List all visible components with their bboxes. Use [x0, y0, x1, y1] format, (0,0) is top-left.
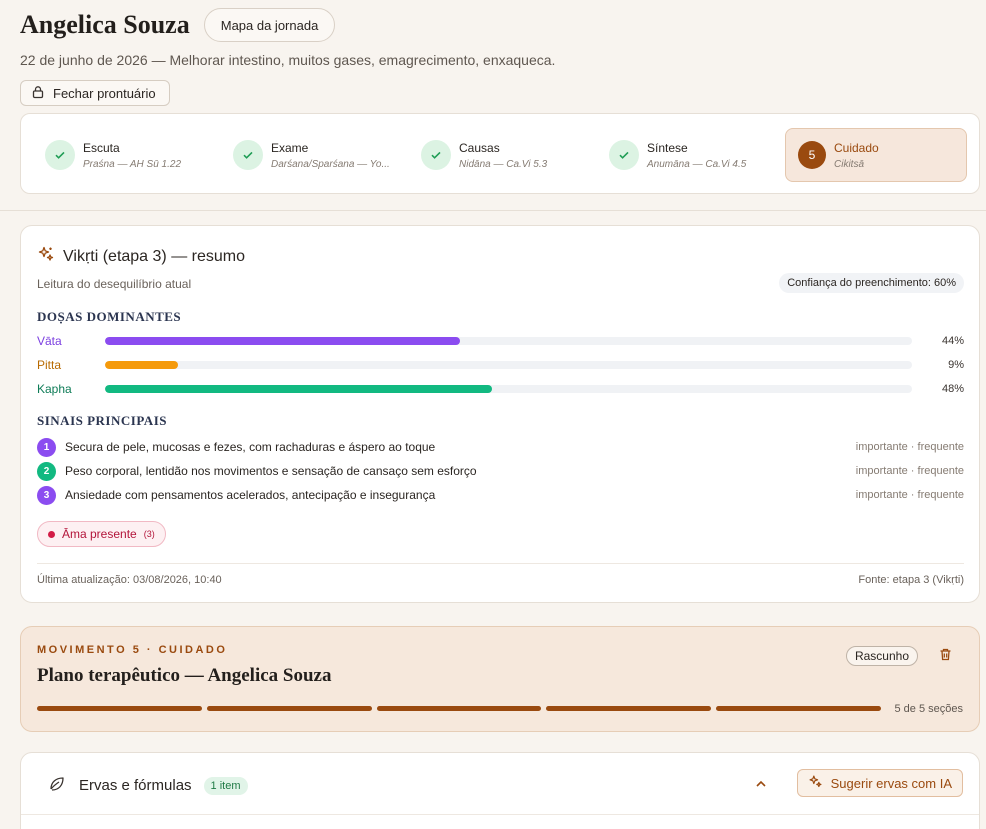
check-icon: [609, 140, 639, 170]
lock-icon: [31, 85, 45, 102]
dosha-track: [105, 385, 912, 393]
dosha-bar: [105, 337, 461, 345]
last-update: Última atualização: 03/08/2026, 10:40: [37, 574, 222, 586]
journey-map-button[interactable]: Mapa da jornada: [203, 8, 336, 42]
plan-eyebrow: MOVIMENTO 5 · CUIDADO: [37, 644, 228, 656]
dosha-percent: 48%: [941, 383, 964, 395]
plan-progress: [37, 706, 881, 712]
dosha-row-vata: Vāta 44%: [37, 333, 964, 349]
step-sintese[interactable]: Síntese Anumāna — Ca.Vi 4.5: [609, 128, 746, 182]
step-cuidado[interactable]: 5 Cuidado Cikitsā: [785, 128, 967, 182]
herbs-section: Ervas e fórmulas 1 item Sugerir ervas co…: [20, 752, 980, 829]
dosha-name: Kapha: [37, 382, 72, 396]
progress-segment: [206, 706, 372, 711]
sign-tag: importante · frequente: [855, 465, 964, 477]
sparkles-icon: [37, 245, 55, 268]
signs-heading: SINAIS PRINCIPAIS: [37, 413, 167, 428]
dosha-bar: [105, 385, 493, 393]
summary-title-text: Vikṛti (etapa 3) — resumo: [63, 247, 245, 265]
progress-segment: [37, 706, 202, 711]
plan-title: Plano terapêutico — Angelica Souza: [37, 665, 332, 686]
close-record-label: Fechar prontuário: [53, 85, 156, 101]
check-icon: [45, 140, 75, 170]
alert-dot-icon: [48, 530, 55, 538]
step-escuta[interactable]: Escuta Praśna — AH Sū 1.22: [45, 128, 181, 182]
suggest-herbs-label: Sugerir ervas com IA: [830, 775, 952, 791]
leaf-icon: [47, 773, 67, 798]
sign-text: Secura de pele, mucosas e fezes, com rac…: [65, 440, 436, 454]
summary-source: Fonte: etapa 3 (Vikṛti): [858, 574, 964, 586]
suggest-herbs-button[interactable]: Sugerir ervas com IA: [796, 769, 963, 797]
patient-header: Angelica Souza Mapa da jornada 22 de jun…: [20, 7, 966, 106]
step-sub: Darśana/Sparśana — Yo...: [271, 158, 390, 170]
step-label: Escuta: [83, 140, 120, 155]
confidence-badge: Confiança do preenchimento: 60%: [779, 273, 964, 293]
step-label: Causas: [459, 140, 500, 155]
trash-icon[interactable]: [938, 647, 953, 667]
sign-tag: importante · frequente: [855, 489, 964, 501]
summary-description: Leitura do desequilíbrio atual: [37, 277, 192, 291]
sections-count: 5 de 5 seções: [894, 703, 964, 715]
step-sub: Praśna — AH Sū 1.22: [83, 158, 182, 170]
ama-badge[interactable]: Āma presente (3): [37, 521, 166, 547]
dosha-percent: 44%: [941, 335, 964, 347]
journey-stepper: Escuta Praśna — AH Sū 1.22 Exame Darśana…: [20, 113, 980, 194]
sign-tag: importante · frequente: [855, 441, 964, 453]
patient-name: Angelica Souza: [20, 10, 190, 39]
summary-title: Vikṛti (etapa 3) — resumo: [37, 245, 245, 268]
sign-item: 1 Secura de pele, mucosas e fezes, com r…: [37, 437, 964, 457]
step-label: Exame: [271, 140, 309, 155]
dosha-track: [105, 361, 912, 369]
sign-text: Ansiedade com pensamentos acelerados, an…: [65, 488, 436, 502]
chevron-up-icon[interactable]: [754, 777, 768, 796]
step-exame[interactable]: Exame Darśana/Sparśana — Yo...: [233, 128, 390, 182]
summary-footer: Última atualização: 03/08/2026, 10:40 Fo…: [37, 563, 964, 586]
dosha-row-kapha: Kapha 48%: [37, 381, 964, 397]
progress-segment: [716, 706, 881, 711]
doshas-heading: DOṢAS DOMINANTES: [37, 309, 182, 324]
step-sub: Cikitsā: [834, 158, 865, 170]
herbs-header[interactable]: Ervas e fórmulas 1 item: [47, 773, 248, 798]
check-icon: [233, 140, 263, 170]
sign-item: 2 Peso corporal, lentidão nos movimentos…: [37, 461, 964, 481]
sign-number: 2: [37, 461, 56, 481]
section-divider: [0, 210, 986, 211]
herbs-title: Ervas e fórmulas: [79, 777, 192, 794]
sign-text: Peso corporal, lentidão nos movimentos e…: [65, 464, 477, 478]
progress-segment: [376, 706, 542, 711]
herbs-count-badge: 1 item: [203, 776, 248, 795]
vikrti-summary-card: Vikṛti (etapa 3) — resumo Leitura do des…: [20, 225, 980, 603]
herbs-divider: [21, 814, 979, 815]
step-number: 5: [798, 141, 826, 169]
progress-segment: [546, 706, 712, 711]
ama-count: (3): [143, 529, 155, 539]
close-record-button[interactable]: Fechar prontuário: [20, 80, 170, 106]
step-sub: Anumāna — Ca.Vi 4.5: [647, 158, 747, 170]
sign-number: 1: [37, 437, 56, 457]
step-sub: Nidāna — Ca.Vi 5.3: [459, 158, 548, 170]
sign-item: 3 Ansiedade com pensamentos acelerados, …: [37, 485, 964, 505]
dosha-name: Pitta: [37, 358, 62, 372]
dosha-track: [105, 337, 912, 345]
status-badge: Rascunho: [845, 646, 918, 666]
dosha-name: Vāta: [37, 334, 62, 348]
step-label: Síntese: [647, 140, 688, 155]
dosha-bar: [105, 361, 178, 369]
dosha-row-pitta: Pitta 9%: [37, 357, 964, 373]
consultation-subtitle: 22 de junho de 2026 — Melhorar intestino…: [20, 52, 556, 68]
step-causas[interactable]: Causas Nidāna — Ca.Vi 5.3: [421, 128, 547, 182]
sign-number: 3: [37, 485, 56, 505]
therapeutic-plan-card: MOVIMENTO 5 · CUIDADO Plano terapêutico …: [20, 626, 980, 732]
sparkles-icon: [808, 774, 823, 792]
ama-label: Āma presente: [62, 527, 137, 541]
dosha-percent: 9%: [948, 359, 964, 371]
check-icon: [421, 140, 451, 170]
step-label: Cuidado: [834, 140, 879, 155]
